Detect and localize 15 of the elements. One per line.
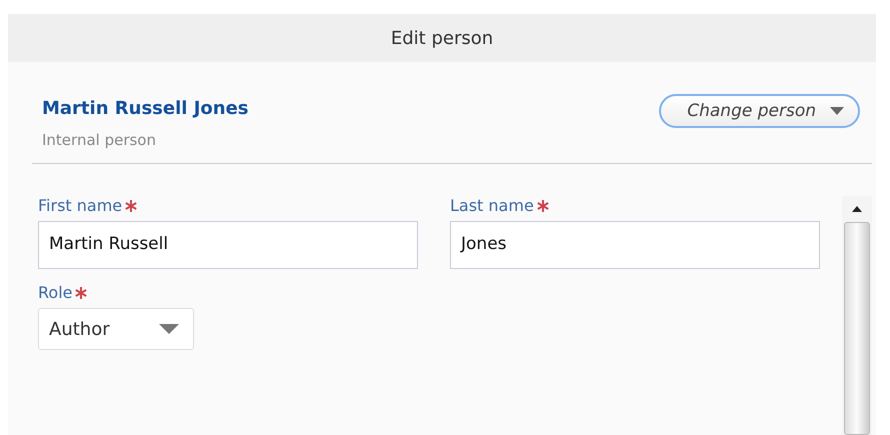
text-field[interactable]: Jones — [450, 221, 820, 269]
text-field[interactable]: Martin Russell — [38, 221, 418, 269]
change-person-button[interactable]: Change person — [659, 94, 860, 128]
caret-icon — [830, 107, 844, 115]
caret-icon — [159, 324, 179, 334]
scrollbar[interactable] — [842, 196, 872, 435]
field-label: Last name — [450, 196, 534, 215]
person-name: Martin Russell Jones — [42, 98, 249, 119]
field-label: First name — [38, 196, 122, 215]
role-dropdown[interactable]: Author — [38, 308, 194, 350]
scroll-up-icon[interactable] — [852, 206, 862, 212]
person-type: Internal person — [42, 131, 157, 149]
window-title: Edit person — [390, 28, 494, 48]
scrollbar-thumb[interactable] — [844, 222, 870, 435]
field-label: Role — [38, 283, 72, 302]
